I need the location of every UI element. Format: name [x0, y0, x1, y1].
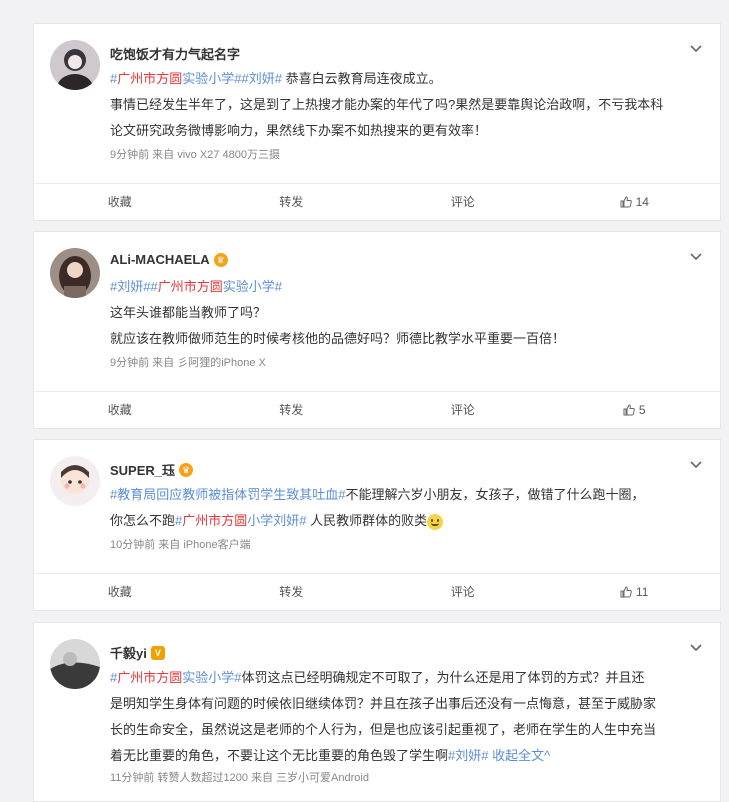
chevron-down-icon[interactable] [690, 250, 702, 262]
post-text-line: 是明知学生身体有问题的时候依旧继续体罚？并且在孩子出事后还没有一点悔意，甚至于威… [110, 696, 657, 711]
comment-button[interactable]: 评论 [377, 184, 549, 220]
hashtag-link[interactable]: #刘妍## [110, 279, 158, 294]
post-text-line: 着无比重要的角色，不要让这个无比重要的角色毁了学生啊#刘妍# 收起全文^ [110, 743, 704, 769]
repost-button[interactable]: 转发 [206, 574, 378, 610]
post-text: 不能理解六岁小朋友，女孩子，做错了什么跑十圈， [345, 487, 645, 502]
repost-button[interactable]: 转发 [206, 392, 378, 428]
post-card: ALi-MACHAELA ♛ #刘妍##广州市方圆实验小学# 这年头谁都能当教师了… [33, 231, 721, 429]
like-button[interactable]: 5 [549, 392, 721, 428]
action-bar: 收藏 转发 评论 5 [34, 391, 720, 428]
comment-label: 评论 [450, 403, 475, 417]
action-bar: 收藏 转发 评论 11 [34, 573, 720, 610]
collapse-link[interactable]: #刘妍# 收起全文 [448, 748, 544, 763]
collect-button[interactable]: 收藏 [34, 392, 206, 428]
thumbs-up-icon [623, 404, 635, 416]
collect-button[interactable]: 收藏 [34, 574, 206, 610]
collect-button[interactable]: 收藏 [34, 184, 206, 220]
post-text: 着无比重要的角色，不要让这个无比重要的角色毁了学生啊 [110, 748, 449, 763]
post-meta: 9分钟前 来自 vivo X27 4800万三摄 [110, 149, 280, 161]
post-card: 千毅yi V #广州市方圆实验小学#体罚这点已经明确规定不可取了，为什么还是用了体… [33, 622, 721, 802]
hashtag-link[interactable]: #教育局回应教师被指体罚学生致其吐血# [110, 487, 345, 502]
post-meta: 10分钟前 来自 iPhone客户端 [110, 539, 251, 551]
like-count: 11 [636, 585, 649, 599]
username[interactable]: 千毅yi V [110, 643, 165, 662]
post-text: 人民教师群体的败类 [306, 513, 428, 528]
like-button[interactable]: 14 [549, 184, 721, 220]
highlight-text[interactable]: 广州市方圆 [117, 71, 182, 86]
thumbs-up-icon [620, 586, 632, 598]
like-count: 5 [638, 403, 646, 417]
avatar[interactable] [50, 456, 100, 506]
chevron-up-icon[interactable]: ^ [544, 748, 550, 763]
hashtag-link[interactable]: 实验小学##刘妍# [182, 71, 282, 86]
post-text: 你怎么不跑 [110, 513, 176, 528]
post-text-line: 论文研究政务微博影响力，果然线下办案不如热搜来的更有效率！ [110, 123, 488, 138]
username-text[interactable]: ALi-MACHAELA [110, 252, 210, 267]
comment-button[interactable]: 评论 [377, 392, 549, 428]
smile-emoji-icon [427, 513, 444, 530]
like-count: 14 [635, 195, 649, 209]
repost-label: 转发 [279, 195, 304, 209]
post-meta: 11分钟前 转赞人数超过1200 来自 三岁小可爱Android [110, 772, 369, 784]
like-button[interactable]: 11 [549, 574, 721, 610]
post-text-line: 长的生命安全，虽然说这是老师的个人行为，但是也应该引起重视了，老师在学生的人生中… [110, 722, 657, 737]
post-text-line: #广州市方圆实验小学#体罚这点已经明确规定不可取了，为什么还是用了体罚的方式？并… [110, 665, 704, 691]
username-text[interactable]: 吃饱饭才有力气起名字 [110, 44, 240, 63]
avatar[interactable] [50, 248, 100, 298]
repost-button[interactable]: 转发 [206, 184, 378, 220]
comment-button[interactable]: 评论 [377, 574, 549, 610]
username-text[interactable]: 千毅yi [110, 643, 147, 662]
post-text: 体罚这点已经明确规定不可取了，为什么还是用了体罚的方式？并且还 [241, 670, 645, 685]
action-bar: 收藏 转发 评论 14 [34, 183, 720, 220]
chevron-down-icon[interactable] [690, 641, 702, 653]
crown-badge-icon: ♛ [213, 252, 228, 267]
chevron-down-icon[interactable] [690, 458, 702, 470]
hashtag-link[interactable]: 实验小学# [182, 670, 241, 685]
comment-label: 评论 [450, 195, 475, 209]
post-text-line: 事情已经发生半年了，这是到了上热搜才能办案的年代了吗?果然是要靠舆论治政啊，不亏… [110, 97, 664, 112]
username[interactable]: ALi-MACHAELA ♛ [110, 252, 228, 267]
username-text[interactable]: SUPER_珏 [110, 460, 175, 479]
post-text-line: #刘妍##广州市方圆实验小学# [110, 274, 704, 300]
post-meta: 9分钟前 来自 彡阿狸的iPhone X [110, 357, 266, 369]
repost-label: 转发 [279, 585, 304, 599]
collect-label: 收藏 [107, 403, 132, 417]
comment-label: 评论 [450, 585, 475, 599]
collect-label: 收藏 [107, 585, 132, 599]
post-text-line: #教育局回应教师被指体罚学生致其吐血#不能理解六岁小朋友，女孩子，做错了什么跑十… [110, 482, 704, 508]
repost-label: 转发 [279, 403, 304, 417]
verified-badge-icon: V [150, 645, 165, 660]
thumbs-up-icon [620, 196, 632, 208]
post-card: 吃饱饭才有力气起名字 #广州市方圆实验小学##刘妍# 恭喜白云教育局连夜成立。 … [33, 23, 721, 221]
post-text-line: 你怎么不跑#广州市方圆小学刘妍# 人民教师群体的败类 [110, 508, 704, 534]
username[interactable]: 吃饱饭才有力气起名字 [110, 44, 240, 63]
post-text-line: 这年头谁都能当教师了吗？ [110, 305, 267, 320]
username[interactable]: SUPER_珏 ♛ [110, 460, 194, 479]
post-card: SUPER_珏 ♛ #教育局回应教师被指体罚学生致其吐血#不能理解六岁小朋友，女孩… [33, 439, 721, 611]
post-text: 恭喜白云教育局连夜成立。 [281, 71, 442, 86]
highlight-text[interactable]: 广州市方圆 [117, 670, 182, 685]
post-text-line: #广州市方圆实验小学##刘妍# 恭喜白云教育局连夜成立。 [110, 66, 704, 92]
post-text-line: 就应该在教师做师范生的时候考核他的品德好吗？师德比教学水平重要一百倍！ [110, 331, 566, 346]
crown-badge-icon: ♛ [179, 462, 194, 477]
hashtag-link[interactable]: 小学刘妍# [247, 513, 306, 528]
hashtag-link[interactable]: 实验小学# [223, 279, 282, 294]
avatar[interactable] [50, 40, 100, 90]
collect-label: 收藏 [107, 195, 132, 209]
highlight-text[interactable]: 广州市方圆 [182, 513, 247, 528]
chevron-down-icon[interactable] [690, 42, 702, 54]
avatar[interactable] [50, 639, 100, 689]
highlight-text[interactable]: 广州市方圆 [158, 279, 223, 294]
